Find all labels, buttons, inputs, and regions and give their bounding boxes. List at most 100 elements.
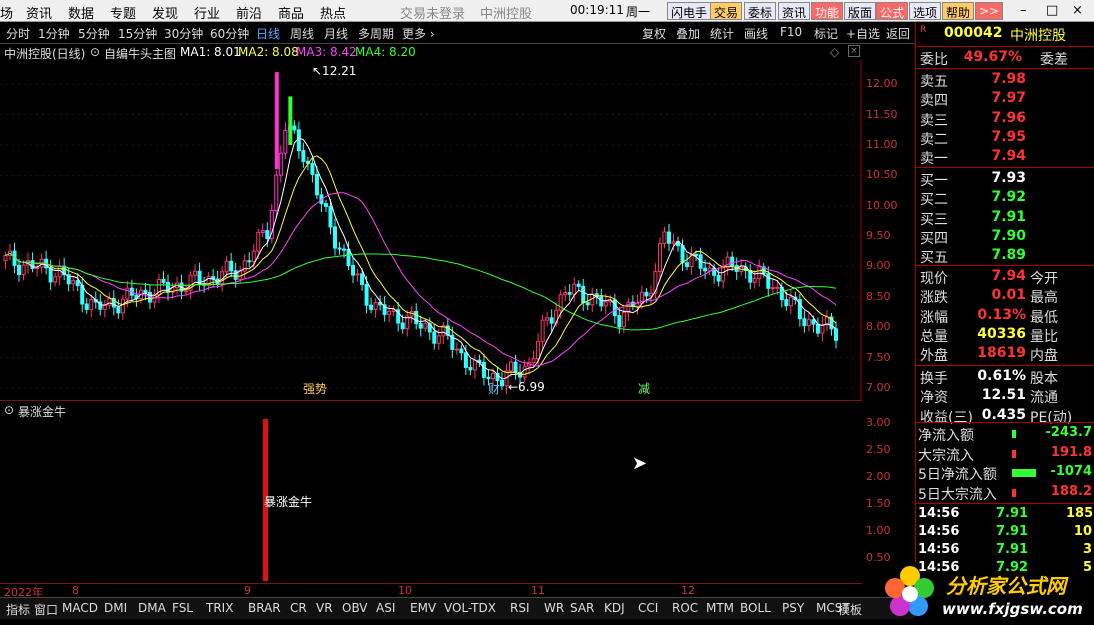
menu-item-market[interactable]: 场 <box>0 3 13 22</box>
period-weekly[interactable]: 周线 <box>290 25 314 42</box>
candle-body <box>766 273 771 289</box>
close-pane-icon[interactable]: × <box>848 45 860 57</box>
indicator-tab-dma[interactable]: DMA <box>138 601 166 615</box>
formula-button[interactable]: 公式 <box>876 2 909 20</box>
indicator-tab-emv[interactable]: EMV <box>410 601 436 615</box>
candle-body <box>143 289 148 294</box>
indicator-tab-cr[interactable]: CR <box>290 601 307 615</box>
menu-item-hot[interactable]: 热点 <box>320 3 346 22</box>
period-monthly[interactable]: 月线 <box>324 25 348 42</box>
indicator-tab-cci[interactable]: CCI <box>638 601 658 615</box>
flash-trade-button[interactable]: 闪电手 <box>667 2 712 20</box>
candle-body <box>251 250 256 262</box>
menu-item-frontier[interactable]: 前沿 <box>236 3 262 22</box>
indicator-tab-brar[interactable]: BRAR <box>248 601 281 615</box>
candle-body <box>509 361 514 372</box>
diamond-icon[interactable]: ◇ <box>830 45 839 59</box>
news-button[interactable]: 资讯 <box>778 2 811 20</box>
candle-body <box>802 318 807 327</box>
menu-item-data[interactable]: 数据 <box>68 3 94 22</box>
indicator-tab-obv[interactable]: OBV <box>342 601 368 615</box>
indicator-tab-trix[interactable]: TRIX <box>206 601 233 615</box>
draw-button[interactable]: 画线 <box>744 25 768 42</box>
indicator-tab-dmi[interactable]: DMI <box>104 601 127 615</box>
ask-label: 卖二 <box>920 131 948 148</box>
f10-button[interactable]: F10 <box>780 25 802 39</box>
indicator-tab-指标[interactable]: 指标 <box>6 601 30 618</box>
menu-item-industry[interactable]: 行业 <box>194 3 220 22</box>
low-annotation: ←6.99 <box>508 380 545 394</box>
bid-price: 7.90 <box>991 227 1026 244</box>
menu-item-discover[interactable]: 发现 <box>152 3 178 22</box>
indicator-toggle-icon[interactable]: ⊙ <box>4 403 14 417</box>
period-30min[interactable]: 30分钟 <box>164 25 203 42</box>
indicator-tab-vol-tdx[interactable]: VOL-TDX <box>444 601 496 615</box>
overlay-button[interactable]: 叠加 <box>676 25 700 42</box>
candle-body <box>301 150 306 162</box>
menu-item-topics[interactable]: 专题 <box>110 3 136 22</box>
tick-time: 14:56 <box>918 542 960 557</box>
tick-time: 14:56 <box>918 524 960 539</box>
candle-body <box>17 264 22 276</box>
period-60min[interactable]: 60分钟 <box>210 25 249 42</box>
period-5min[interactable]: 5分钟 <box>78 25 110 42</box>
period-1min[interactable]: 1分钟 <box>38 25 70 42</box>
stats-button[interactable]: 统计 <box>710 25 734 42</box>
flow-value: -1074 <box>1050 464 1092 479</box>
template-tab[interactable]: 模板 <box>838 601 862 618</box>
period-tick[interactable]: 分时 <box>6 25 30 42</box>
flow-value: 188.2 <box>1050 483 1092 499</box>
indicator-tab-psy[interactable]: PSY <box>782 601 804 615</box>
order-button[interactable]: 委标 <box>744 2 777 20</box>
price-tick-label: 8.00 <box>866 320 891 334</box>
options-button[interactable]: 选项 <box>909 2 942 20</box>
indicator-tab-窗口[interactable]: 窗口 <box>34 601 58 618</box>
trade-button[interactable]: 交易 <box>710 2 743 20</box>
indicator-tab-wr[interactable]: WR <box>544 601 564 615</box>
candle-body <box>617 315 622 328</box>
indicator-tab-rsi[interactable]: RSI <box>510 601 530 615</box>
indicator-tab-fsl[interactable]: FSL <box>172 601 193 615</box>
candle-body <box>581 285 586 304</box>
ma2-label: MA2: 8.08 <box>238 45 299 59</box>
maximize-icon[interactable]: □ <box>1046 3 1058 18</box>
help-button[interactable]: 帮助 <box>942 2 975 20</box>
indicator-tab-sar[interactable]: SAR <box>570 601 594 615</box>
candle-body <box>193 270 198 276</box>
ma3-line <box>5 192 837 367</box>
indicator-pane[interactable]: ⊙ 暴涨金牛 暴涨金牛 ➤ <box>0 400 862 581</box>
more-button[interactable]: >> <box>975 2 1004 20</box>
indicator-tab-vr[interactable]: VR <box>316 601 333 615</box>
period-15min[interactable]: 15分钟 <box>118 25 157 42</box>
tick-price: 7.91 <box>996 524 1029 539</box>
close-icon[interactable]: × <box>1072 3 1083 18</box>
indicator-tab-roc[interactable]: ROC <box>672 601 698 615</box>
candle-body <box>540 319 545 343</box>
menu-item-news[interactable]: 资讯 <box>26 3 52 22</box>
candlestick-chart[interactable]: ↖12.21 ←6.99 强势 财 减 <box>0 60 862 400</box>
indicator-tab-mtm[interactable]: MTM <box>706 601 734 615</box>
candle-body <box>342 248 347 251</box>
adjust-button[interactable]: 复权 <box>642 25 666 42</box>
back-button[interactable]: 返回 <box>886 25 910 42</box>
layout-button[interactable]: 版面 <box>844 2 877 20</box>
candle-body <box>716 274 721 282</box>
indicator-tab-boll[interactable]: BOLL <box>740 601 771 615</box>
candle-body <box>84 303 89 310</box>
template-dropdown-icon[interactable]: ⊙ <box>90 45 100 59</box>
function-button[interactable]: 功能 <box>811 2 844 20</box>
period-multi[interactable]: 多周期 <box>358 25 394 42</box>
period-more[interactable]: 更多 › <box>402 25 435 42</box>
indicator-tab-macd[interactable]: MACD <box>62 601 98 615</box>
menu-item-commodity[interactable]: 商品 <box>278 3 304 22</box>
mark-button[interactable]: 标记 <box>814 25 838 42</box>
period-daily[interactable]: 日线 <box>256 25 280 42</box>
tick-price: 7.91 <box>996 542 1029 557</box>
stock-code: 000042 <box>944 25 1003 41</box>
indicator-tab-asi[interactable]: ASI <box>376 601 395 615</box>
candle-body-peak <box>274 72 279 170</box>
indicator-tab-kdj[interactable]: KDJ <box>604 601 625 615</box>
minimize-icon[interactable]: – <box>1020 3 1027 18</box>
window-stock-title: 中洲控股 <box>480 7 533 22</box>
add-watchlist-button[interactable]: +自选 <box>846 25 880 42</box>
